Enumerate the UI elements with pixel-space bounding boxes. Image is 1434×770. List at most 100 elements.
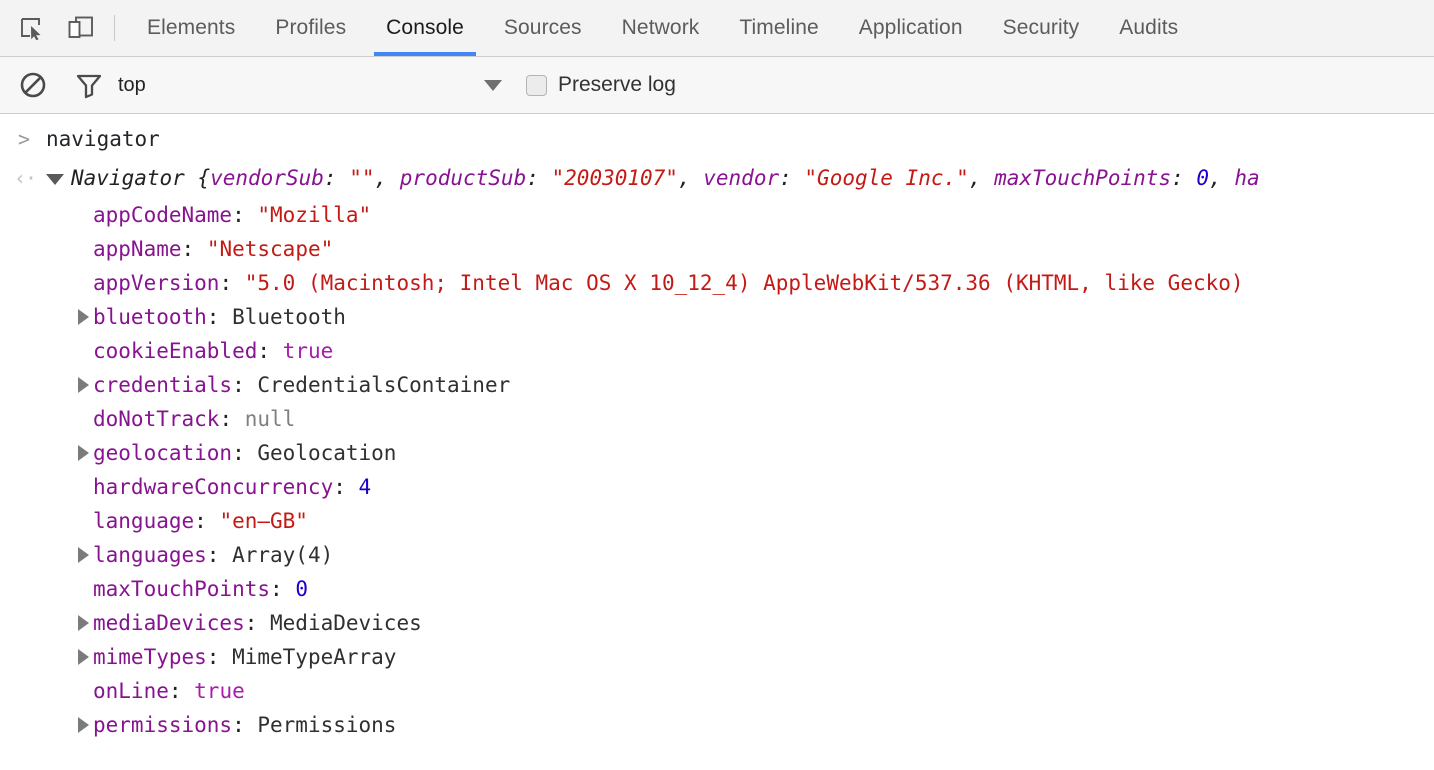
property-value: true	[283, 339, 334, 363]
property-text: appVersion: "5.0 (Macintosh; Intel Mac O…	[93, 266, 1244, 300]
property-value: "5.0 (Macintosh; Intel Mac OS X 10_12_4)…	[245, 271, 1244, 295]
object-property-row[interactable]: maxTouchPoints: 0	[0, 572, 1434, 606]
expand-toggle-triangle-right-icon[interactable]	[78, 615, 89, 631]
clear-console-icon[interactable]	[14, 66, 52, 104]
property-separator: :	[245, 611, 270, 635]
property-key: onLine	[93, 679, 169, 703]
expand-toggle-triangle-right-icon[interactable]	[78, 377, 89, 393]
property-value: "Netscape"	[207, 237, 333, 261]
console-input-expression: navigator	[46, 122, 160, 156]
tab-network[interactable]: Network	[602, 0, 720, 56]
object-property-row[interactable]: languages: Array(4)	[0, 538, 1434, 572]
tab-application[interactable]: Application	[839, 0, 983, 56]
preview-token-10: :	[779, 166, 804, 190]
expand-toggle-triangle-right-icon[interactable]	[78, 445, 89, 461]
object-property-row[interactable]: doNotTrack: null	[0, 402, 1434, 436]
tab-label: Sources	[504, 16, 582, 40]
property-key: credentials	[93, 373, 232, 397]
tab-audits[interactable]: Audits	[1099, 0, 1198, 56]
object-property-row[interactable]: mediaDevices: MediaDevices	[0, 606, 1434, 640]
property-key: mediaDevices	[93, 611, 245, 635]
preview-token-16: ,	[1209, 166, 1234, 190]
property-value: MimeTypeArray	[232, 645, 396, 669]
preview-token-2: :	[324, 166, 349, 190]
object-property-row[interactable]: appCodeName: "Mozilla"	[0, 198, 1434, 232]
preview-token-1: vendorSub	[210, 166, 324, 190]
preview-token-12: ,	[969, 166, 994, 190]
object-property-row[interactable]: permissions: Permissions	[0, 708, 1434, 742]
property-text: appName: "Netscape"	[93, 232, 333, 266]
property-separator: :	[232, 373, 257, 397]
object-property-row[interactable]: cookieEnabled: true	[0, 334, 1434, 368]
tab-label: Elements	[147, 16, 235, 40]
expand-toggle-triangle-right-icon[interactable]	[78, 309, 89, 325]
console-filter-bar: top Preserve log	[0, 57, 1434, 114]
tab-sources[interactable]: Sources	[484, 0, 602, 56]
property-key: appVersion	[93, 271, 219, 295]
preserve-log-checkbox[interactable]	[526, 75, 547, 96]
property-text: onLine: true	[93, 674, 245, 708]
expand-toggle-triangle-right-icon[interactable]	[78, 649, 89, 665]
object-property-row[interactable]: appVersion: "5.0 (Macintosh; Intel Mac O…	[0, 266, 1434, 300]
preserve-log-label: Preserve log	[558, 73, 676, 97]
filter-funnel-icon[interactable]	[70, 66, 108, 104]
expand-toggle-triangle-down-icon[interactable]	[46, 174, 64, 185]
object-property-row[interactable]: credentials: CredentialsContainer	[0, 368, 1434, 402]
console-output[interactable]: > navigator ‹· Navigator {vendorSub: "",…	[0, 114, 1434, 742]
devtools-tool-icons	[0, 11, 98, 45]
preserve-log-toggle[interactable]: Preserve log	[526, 73, 676, 97]
filter-funnel-glyph	[74, 70, 104, 100]
property-separator: :	[169, 679, 194, 703]
preview-token-9: vendor	[703, 166, 779, 190]
tab-label: Profiles	[275, 16, 346, 40]
tab-security[interactable]: Security	[983, 0, 1100, 56]
object-property-row[interactable]: appName: "Netscape"	[0, 232, 1434, 266]
object-property-row[interactable]: hardwareConcurrency: 4	[0, 470, 1434, 504]
property-value: "en–GB"	[219, 509, 308, 533]
panel-tabs: Elements Profiles Console Sources Networ…	[127, 0, 1198, 56]
preview-token-5: productSub	[400, 166, 526, 190]
expand-toggle-triangle-right-icon[interactable]	[78, 717, 89, 733]
preview-token-6: :	[526, 166, 551, 190]
inspect-element-icon[interactable]	[14, 11, 48, 45]
preview-token-13: maxTouchPoints	[994, 166, 1171, 190]
tab-label: Console	[386, 16, 464, 40]
tab-profiles[interactable]: Profiles	[255, 0, 366, 56]
property-key: bluetooth	[93, 305, 207, 329]
execution-context-value: top	[118, 74, 146, 97]
property-text: hardwareConcurrency: 4	[93, 470, 371, 504]
devtools-tabbar: Elements Profiles Console Sources Networ…	[0, 0, 1434, 57]
object-constructor-name: Navigator	[71, 166, 197, 190]
property-value: Geolocation	[257, 441, 396, 465]
device-toolbar-icon[interactable]	[64, 11, 98, 45]
property-value: CredentialsContainer	[257, 373, 510, 397]
tab-timeline[interactable]: Timeline	[719, 0, 838, 56]
object-property-row[interactable]: language: "en–GB"	[0, 504, 1434, 538]
property-separator: :	[207, 543, 232, 567]
console-input-echo-row: > navigator	[0, 120, 1434, 158]
inspect-element-glyph	[19, 16, 43, 40]
expand-toggle-triangle-right-icon[interactable]	[78, 547, 89, 563]
object-property-row[interactable]: onLine: true	[0, 674, 1434, 708]
preview-token-14: :	[1171, 166, 1196, 190]
return-value-arrow-icon: ‹·	[14, 161, 46, 195]
property-value: null	[245, 407, 296, 431]
property-separator: :	[232, 713, 257, 737]
object-property-row[interactable]: geolocation: Geolocation	[0, 436, 1434, 470]
property-separator: :	[257, 339, 282, 363]
property-value: 4	[359, 475, 372, 499]
property-key: languages	[93, 543, 207, 567]
tab-label: Timeline	[739, 16, 818, 40]
tab-elements[interactable]: Elements	[127, 0, 255, 56]
tab-label: Network	[622, 16, 700, 40]
device-toolbar-glyph	[68, 16, 94, 40]
console-result-row[interactable]: ‹· Navigator {vendorSub: "", productSub:…	[0, 158, 1434, 198]
property-separator: :	[232, 441, 257, 465]
execution-context-selector[interactable]: top	[118, 74, 518, 97]
prompt-arrow-icon: >	[18, 122, 46, 156]
object-property-row[interactable]: mimeTypes: MimeTypeArray	[0, 640, 1434, 674]
tab-label: Audits	[1119, 16, 1178, 40]
clear-console-glyph	[18, 70, 48, 100]
object-property-row[interactable]: bluetooth: Bluetooth	[0, 300, 1434, 334]
tab-console[interactable]: Console	[366, 0, 484, 56]
